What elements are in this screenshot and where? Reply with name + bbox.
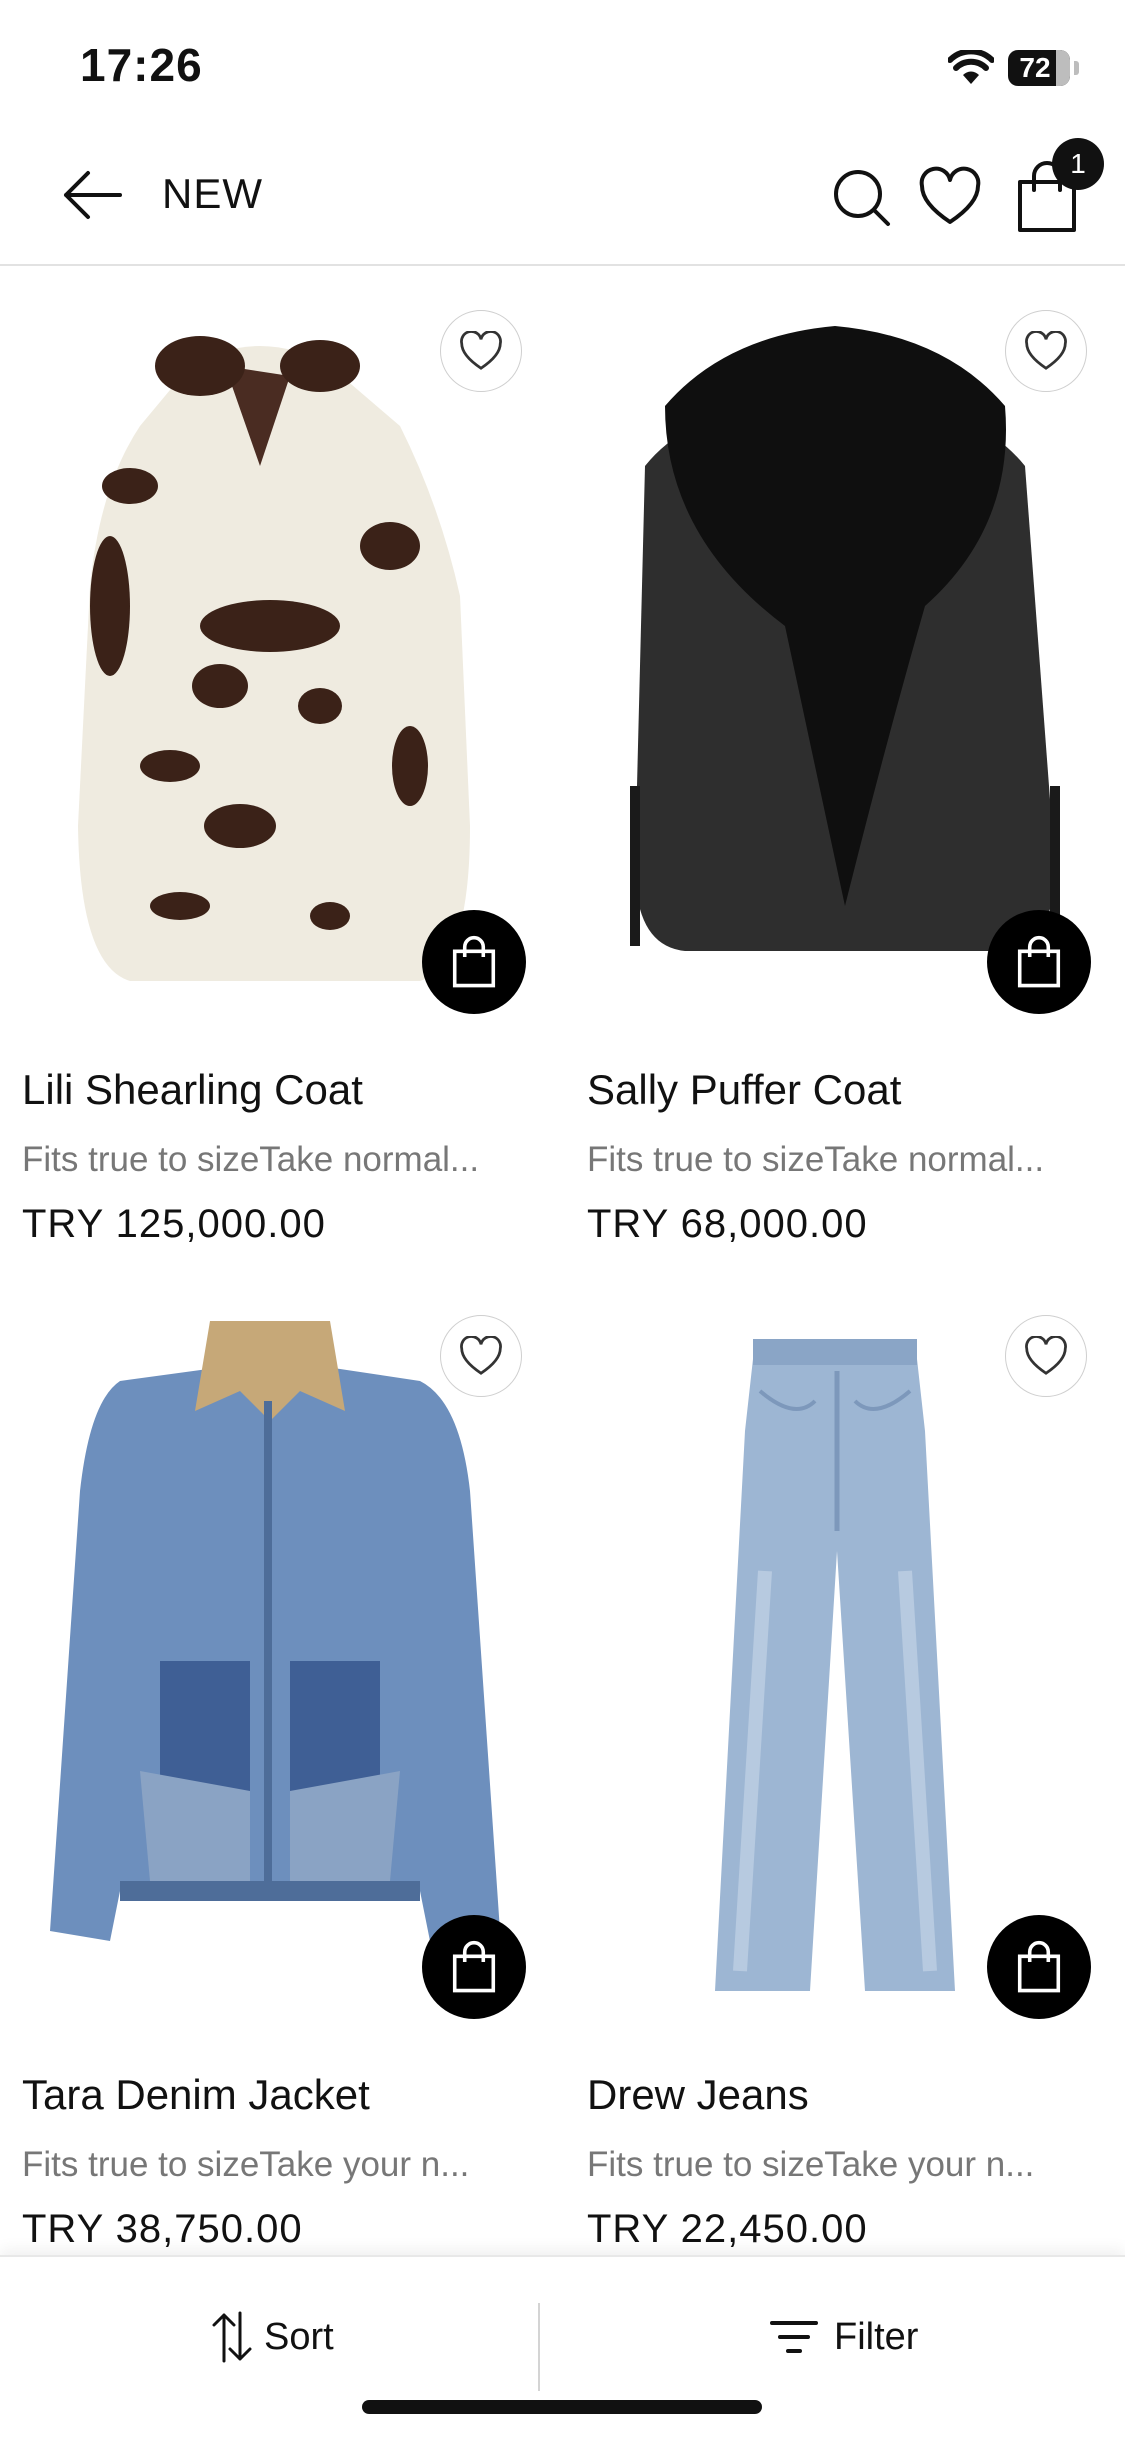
add-to-wishlist-button[interactable] (1005, 310, 1087, 392)
sort-label: Sort (264, 2315, 334, 2358)
heart-icon (1025, 1336, 1067, 1375)
product-name[interactable]: Lili Shearling Coat (22, 1066, 363, 1114)
product-name[interactable]: Tara Denim Jacket (22, 2071, 370, 2119)
status-bar: 17:26 72 (0, 0, 1125, 130)
product-name[interactable]: Drew Jeans (587, 2071, 809, 2119)
battery-level: 72 (1019, 52, 1051, 83)
product-name[interactable]: Sally Puffer Coat (587, 1066, 901, 1114)
home-indicator (362, 2400, 762, 2414)
sort-button[interactable]: Sort (210, 2297, 334, 2377)
product-card[interactable]: Tara Denim Jacket Fits true to sizeTake … (0, 1271, 540, 2271)
cart-count-badge: 1 (1052, 138, 1104, 190)
add-to-bag-button[interactable] (987, 1915, 1091, 2019)
heart-icon[interactable] (918, 166, 982, 230)
product-description: Fits true to sizeTake your n... (22, 2145, 470, 2184)
back-arrow-icon[interactable] (60, 168, 124, 222)
add-to-bag-button[interactable] (987, 910, 1091, 1014)
top-nav-bar: NEW 1 (0, 130, 1125, 266)
filter-button[interactable]: Filter (770, 2297, 918, 2377)
product-card[interactable]: Sally Puffer Coat Fits true to sizeTake … (565, 266, 1105, 1266)
shopping-bag-icon (452, 935, 496, 988)
heart-icon (1025, 331, 1067, 370)
status-time: 17:26 (80, 39, 203, 91)
search-icon[interactable] (830, 166, 894, 230)
heart-icon (460, 331, 502, 370)
product-price: TRY 68,000.00 (587, 1202, 868, 1246)
filter-icon (770, 2321, 818, 2353)
page-title: NEW (162, 170, 263, 217)
wifi-icon (948, 50, 994, 84)
add-to-wishlist-button[interactable] (440, 310, 522, 392)
add-to-wishlist-button[interactable] (1005, 1315, 1087, 1397)
product-price: TRY 38,750.00 (22, 2207, 303, 2251)
sort-filter-bar: Sort Filter (0, 2255, 1125, 2438)
product-price: TRY 22,450.00 (587, 2207, 868, 2251)
shopping-bag-icon (1017, 1940, 1061, 1993)
shopping-bag-icon (1017, 935, 1061, 988)
sort-arrows-icon (212, 2311, 252, 2363)
add-to-bag-button[interactable] (422, 1915, 526, 2019)
product-description: Fits true to sizeTake normal... (587, 1140, 1045, 1179)
product-card[interactable]: Lili Shearling Coat Fits true to sizeTak… (0, 266, 540, 1266)
divider (538, 2303, 540, 2391)
heart-icon (460, 1336, 502, 1375)
add-to-wishlist-button[interactable] (440, 1315, 522, 1397)
filter-label: Filter (834, 2315, 919, 2358)
battery-icon: 72 (1008, 50, 1070, 86)
product-card[interactable]: Drew Jeans Fits true to sizeTake your n.… (565, 1271, 1105, 2271)
product-description: Fits true to sizeTake your n... (587, 2145, 1035, 2184)
add-to-bag-button[interactable] (422, 910, 526, 1014)
shopping-bag-icon (452, 1940, 496, 1993)
product-description: Fits true to sizeTake normal... (22, 1140, 480, 1179)
product-price: TRY 125,000.00 (22, 1202, 326, 1246)
